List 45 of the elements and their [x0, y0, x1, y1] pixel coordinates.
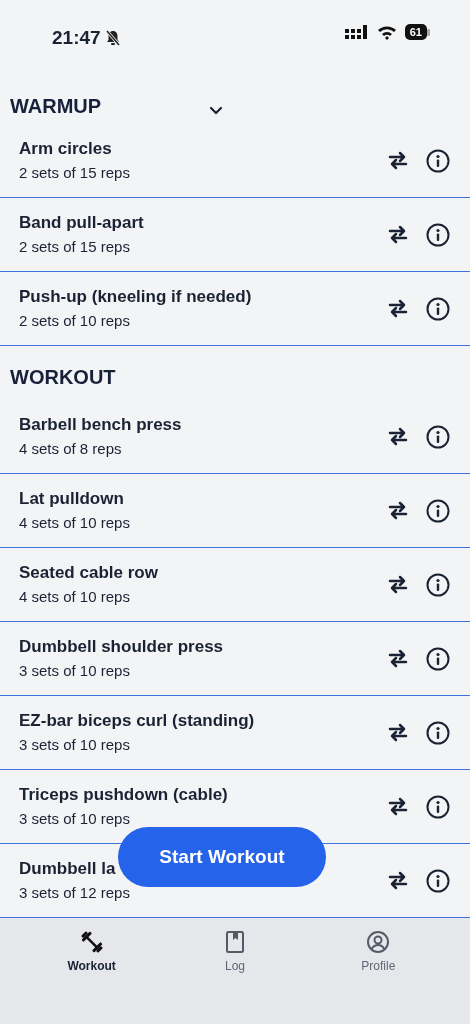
battery-tip-icon: [427, 28, 430, 36]
info-icon[interactable]: [426, 498, 450, 523]
exercise-detail: 3 sets of 10 reps: [19, 809, 131, 829]
exercise-name: Seated cable row: [19, 562, 158, 584]
exercise-name: Arm circles: [19, 138, 113, 160]
exercise-detail: 2 sets of 15 reps: [19, 163, 130, 183]
book-icon: [223, 930, 247, 954]
barbell-icon: [79, 930, 104, 954]
info-icon[interactable]: [426, 424, 450, 449]
exercise-detail: 4 sets of 10 reps: [19, 587, 131, 607]
status-time: 21:47: [52, 26, 101, 50]
info-icon[interactable]: [426, 222, 450, 247]
exercise-name: EZ-bar biceps curl (standing): [19, 710, 255, 732]
exercise-detail: 2 sets of 10 reps: [19, 311, 131, 331]
exercise-detail: 4 sets of 8 reps: [19, 439, 123, 459]
info-icon[interactable]: [426, 646, 450, 671]
exercise-detail: 2 sets of 15 reps: [19, 237, 131, 257]
tab-item[interactable]: Profile: [333, 930, 424, 978]
exercise-detail: 3 sets of 10 reps: [19, 735, 131, 755]
profile-icon: [366, 930, 391, 954]
tab-item[interactable]: Workout: [46, 930, 137, 978]
exercise-name: Barbell bench press: [19, 414, 182, 436]
section-title: WORKOUT: [10, 365, 116, 390]
exercise-name: Dumbbell shoulder press: [19, 636, 224, 658]
info-icon[interactable]: [426, 794, 450, 819]
exercise-name: Lat pulldown: [19, 488, 125, 510]
exercise-name: Triceps pushdown (cable): [19, 784, 228, 806]
info-icon[interactable]: [426, 720, 450, 745]
exercise-detail: 3 sets of 10 reps: [19, 661, 131, 681]
exercise-name: Push-up (kneeling if needed): [19, 286, 252, 308]
bell-slash-icon: [104, 29, 121, 48]
battery-level: 61: [404, 24, 427, 40]
start-workout-button[interactable]: Start Workout: [118, 827, 326, 887]
exercise-name: Dumbbell la: [19, 858, 117, 880]
info-icon[interactable]: [426, 572, 450, 597]
exercise-detail: 4 sets of 10 reps: [19, 513, 130, 533]
section-title: WARMUP: [10, 94, 102, 119]
info-icon[interactable]: [426, 296, 450, 321]
signal-icon: [344, 25, 369, 39]
info-icon[interactable]: [426, 868, 450, 893]
tab-item[interactable]: Log: [190, 930, 280, 978]
wifi-icon: [376, 24, 397, 40]
chevron-down-icon[interactable]: [209, 106, 224, 116]
exercise-name: Band pull-apart: [19, 212, 144, 234]
info-icon[interactable]: [426, 148, 450, 173]
